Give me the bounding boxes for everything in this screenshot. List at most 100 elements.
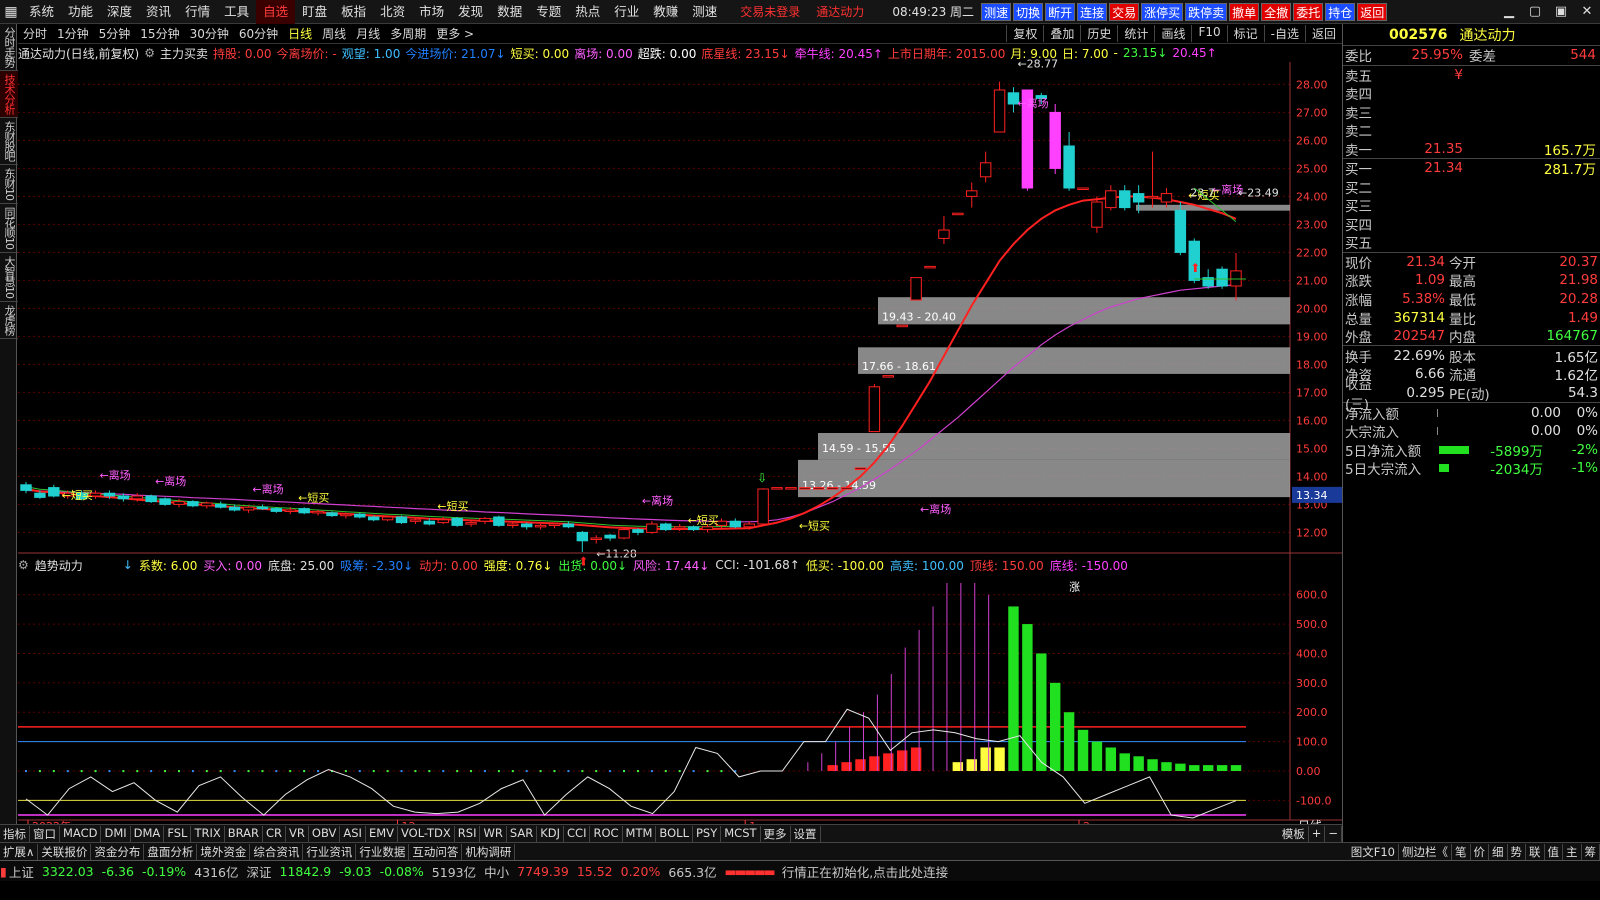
menu-item-11[interactable]: 发现 [451,0,490,24]
quick-button-10[interactable]: 持仓 [1325,2,1356,21]
asks-row-1[interactable]: 卖四 [1343,84,1600,103]
menu-item-6[interactable]: 自选 [256,0,296,24]
side-tab-3[interactable]: 价 [1471,843,1489,860]
menu-item-9[interactable]: 北资 [373,0,412,24]
ext-tab-3[interactable]: 盘面分析 [144,843,198,860]
indicator-tab-4[interactable]: DMA [131,825,165,842]
indicator-tab-16[interactable]: SAR [507,825,538,842]
ext-tab-9[interactable]: 机构调研 [462,843,516,860]
ext-tab-5[interactable]: 综合资讯 [250,843,304,860]
menu-item-7[interactable]: 盯盘 [295,0,334,24]
indicator-tab-9[interactable]: VR [286,825,309,842]
menu-item-15[interactable]: 行业 [607,0,646,24]
indicator-tab-6[interactable]: TRIX [191,825,225,842]
menu-item-5[interactable]: 工具 [217,0,256,24]
indicator-tab-7[interactable]: BRAR [225,825,264,842]
sh-value[interactable]: 3322.03 [42,864,94,879]
menu-item-8[interactable]: 板指 [334,0,373,24]
sz-value[interactable]: 11842.9 [280,864,332,879]
indicator-tab-5[interactable]: FSL [164,825,192,842]
connection-message[interactable]: 行情正在初始化,点击此处连接 [782,862,948,881]
left-tab-6[interactable]: 龙虎榜 [0,302,18,339]
indicator-tab-20[interactable]: MTM [623,825,657,842]
menu-item-3[interactable]: 资讯 [139,0,178,24]
bids-row-3[interactable]: 买四 [1343,215,1600,234]
asks-row-3[interactable]: 卖二 [1343,121,1600,140]
indicator-tab-19[interactable]: ROC [590,825,623,842]
ext-tab-6[interactable]: 行业资讯 [303,843,357,860]
menu-item-10[interactable]: 市场 [412,0,451,24]
zx-value[interactable]: 7749.39 [517,864,569,879]
side-tab-0[interactable]: 图文F10 [1348,843,1399,860]
ext-tab-0[interactable]: 扩展∧ [0,843,39,860]
quick-button-3[interactable]: 连接 [1077,2,1108,21]
ext-tab-1[interactable]: 关联报价 [38,843,92,860]
menu-item-1[interactable]: 功能 [61,0,100,24]
side-tab-8[interactable]: 主 [1563,843,1582,860]
close-icon[interactable]: ✕ [1574,0,1600,24]
minimize-icon[interactable]: ▁ [1496,0,1522,24]
side-tab-2[interactable]: 笔 [1452,843,1471,860]
indicator-tab-14[interactable]: RSI [455,825,481,842]
quick-button-5[interactable]: 涨停买 [1141,2,1184,21]
quick-button-9[interactable]: 委托 [1293,2,1324,21]
menu-item-4[interactable]: 行情 [178,0,217,24]
indicator-tab-18[interactable]: CCI [564,825,591,842]
menu-item-13[interactable]: 专题 [529,0,568,24]
bids-row-1[interactable]: 买二 [1343,178,1600,197]
menu-item-16[interactable]: 教赚 [646,0,685,24]
indicator-tab-2[interactable]: MACD [60,825,102,842]
left-tab-1[interactable]: 技术分析 [0,71,18,118]
restore-icon[interactable]: ▢ [1522,0,1548,24]
side-tab-5[interactable]: 势 [1508,843,1526,860]
indicator-tab-1[interactable]: 窗口 [30,825,60,842]
asks-row-4[interactable]: 卖一 21.35 165.7万 [1343,140,1600,159]
left-tab-4[interactable]: 同花顺10 [0,204,18,253]
side-tab-4[interactable]: 细 [1489,843,1508,860]
kline-chart[interactable]: 28.00 27.00 26.00 25.00 24.00 23.00 22.00 21.00… [18,24,1342,824]
trade-login-status[interactable]: 交易未登录 [740,3,800,20]
left-tab-0[interactable]: 分时走势 [0,24,18,71]
quick-button-0[interactable]: 测速 [981,2,1012,21]
asks-row-2[interactable]: 卖三 [1343,103,1600,122]
left-tab-2[interactable]: 东财股吧 [0,118,18,165]
menu-item-17[interactable]: 测速 [685,0,724,24]
quick-button-8[interactable]: 全撤 [1261,2,1292,21]
template-button-1[interactable]: + [1309,825,1326,842]
bids-row-0[interactable]: 买一 21.34 281.7万 [1343,159,1600,178]
ext-tab-8[interactable]: 互动问答 [409,843,463,860]
quick-button-11[interactable]: 返回 [1357,2,1388,21]
ext-tab-2[interactable]: 资金分布 [91,843,145,860]
indicator-tab-17[interactable]: KDJ [537,825,565,842]
left-tab-5[interactable]: 大智慧10 [0,253,18,302]
bids-row-4[interactable]: 买五 [1343,233,1600,252]
ext-tab-7[interactable]: 行业数据 [356,843,410,860]
indicator-tab-8[interactable]: CR [263,825,287,842]
indicator-tab-25[interactable]: 设置 [791,825,821,842]
indicator-tab-3[interactable]: DMI [101,825,131,842]
quick-button-7[interactable]: 撤单 [1229,2,1260,21]
side-tab-9[interactable]: 筹 [1582,843,1600,860]
menu-item-12[interactable]: 数据 [490,0,529,24]
menu-item-14[interactable]: 热点 [568,0,607,24]
indicator-tab-15[interactable]: WR [480,825,507,842]
indicator-tab-22[interactable]: PSY [693,825,722,842]
maximize-icon[interactable]: ▣ [1548,0,1574,24]
indicator-tab-0[interactable]: 指标 [0,825,30,842]
indicator-tab-12[interactable]: EMV [366,825,398,842]
indicator-tab-10[interactable]: OBV [309,825,341,842]
bids-row-2[interactable]: 买三 [1343,196,1600,215]
template-button-0[interactable]: 模板 [1279,825,1309,842]
asks-row-0[interactable]: 卖五 ¥ [1343,66,1600,85]
indicator-tab-23[interactable]: MCST [721,825,761,842]
indicator-tab-24[interactable]: 更多 [761,825,791,842]
side-tab-6[interactable]: 联 [1526,843,1545,860]
left-tab-3[interactable]: 东财10 [0,165,18,204]
indicator-tab-11[interactable]: ASI [340,825,366,842]
menu-item-2[interactable]: 深度 [100,0,139,24]
indicator-tab-13[interactable]: VOL-TDX [398,825,455,842]
template-button-2[interactable]: − [1325,825,1342,842]
quick-button-4[interactable]: 交易 [1109,2,1140,21]
ext-tab-4[interactable]: 境外资金 [197,843,251,860]
quick-button-2[interactable]: 断开 [1045,2,1076,21]
